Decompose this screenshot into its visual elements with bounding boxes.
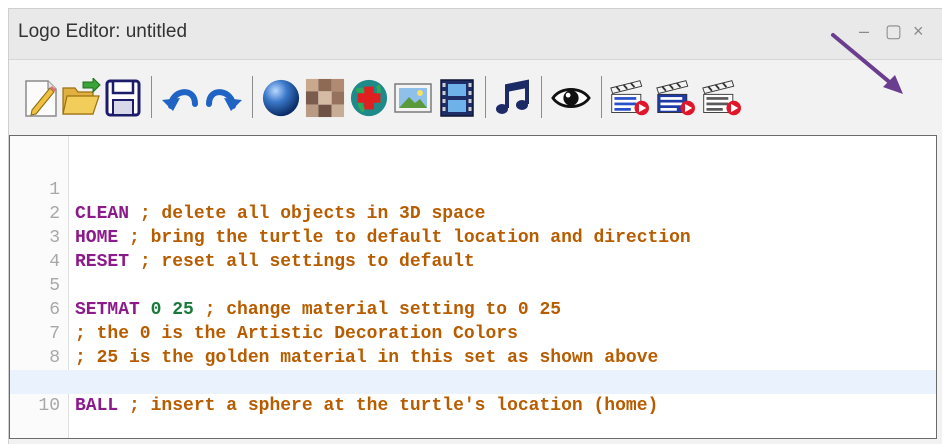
texture-icon [305, 78, 345, 118]
run-clapper-blue-icon [656, 80, 695, 116]
code-line[interactable]: 8 [10, 322, 936, 368]
code-line[interactable]: 7 ; 25 is the golden material in this se… [10, 298, 936, 368]
texture-button[interactable] [305, 78, 345, 118]
title-bar: Logo Editor: untitled – ▢ × [9, 9, 942, 60]
toolbar [9, 60, 942, 132]
redo-button[interactable] [203, 78, 243, 118]
view-button[interactable] [551, 78, 591, 118]
comment: ; insert a sphere at the turtle's locati… [118, 396, 659, 416]
add-globe-button[interactable] [349, 78, 389, 118]
toolbar-separator [485, 76, 486, 118]
film-icon [440, 79, 474, 117]
window-title: Logo Editor: untitled [18, 21, 188, 42]
run-button-2[interactable] [655, 78, 695, 118]
toolbar-separator [601, 76, 602, 118]
image-button[interactable] [393, 78, 433, 118]
code-editor[interactable]: 1 CLEAN ; delete all objects in 3D space… [9, 135, 937, 439]
code-line[interactable]: 2 HOME ; bring the turtle to default loc… [10, 178, 936, 248]
code-line[interactable]: 3 RESET ; reset all settings to default [10, 202, 936, 272]
new-file-button[interactable] [21, 78, 61, 118]
toolbar-separator [541, 76, 542, 118]
logo-editor-window: Logo Editor: untitled – ▢ × 1 CLEAN ; de… [8, 8, 942, 444]
toolbar-separator [151, 76, 152, 118]
run-button-3[interactable] [701, 78, 741, 118]
sphere-button[interactable] [261, 78, 301, 118]
toolbar-separator [252, 76, 253, 118]
open-folder-button[interactable] [61, 78, 101, 118]
line-number: 10 [38, 396, 60, 416]
sphere-icon [262, 79, 300, 117]
save-button[interactable] [103, 78, 143, 118]
annotation-arrow-icon [831, 33, 903, 94]
run-clapper-red-icon [610, 80, 649, 116]
code-line-active[interactable]: 10 [10, 370, 936, 416]
code-line[interactable]: 1 CLEAN ; delete all objects in 3D space [10, 154, 936, 224]
film-button[interactable] [437, 78, 477, 118]
code-line[interactable]: 5 SETMAT 0 25 ; change material setting … [10, 250, 936, 320]
run-clapper-gray-icon [702, 80, 741, 116]
eye-icon [551, 88, 591, 108]
music-button[interactable] [493, 78, 533, 118]
code-line[interactable]: 6 ; the 0 is the Artistic Decoration Col… [10, 274, 936, 344]
keyword: BALL [75, 396, 119, 416]
save-icon [105, 79, 141, 117]
open-folder-icon [62, 78, 101, 115]
new-file-icon [25, 80, 57, 117]
code-line[interactable]: 4 [10, 226, 936, 272]
music-note-icon [496, 79, 529, 114]
code-line[interactable]: 9 BALL ; insert a sphere at the turtle's… [10, 346, 936, 416]
globe-add-icon [350, 79, 388, 117]
undo-button[interactable] [161, 78, 201, 118]
run-button-1[interactable] [609, 78, 649, 118]
undo-icon [162, 89, 198, 111]
close-button[interactable]: × [913, 22, 924, 40]
redo-icon [206, 89, 242, 111]
image-icon [394, 83, 432, 113]
